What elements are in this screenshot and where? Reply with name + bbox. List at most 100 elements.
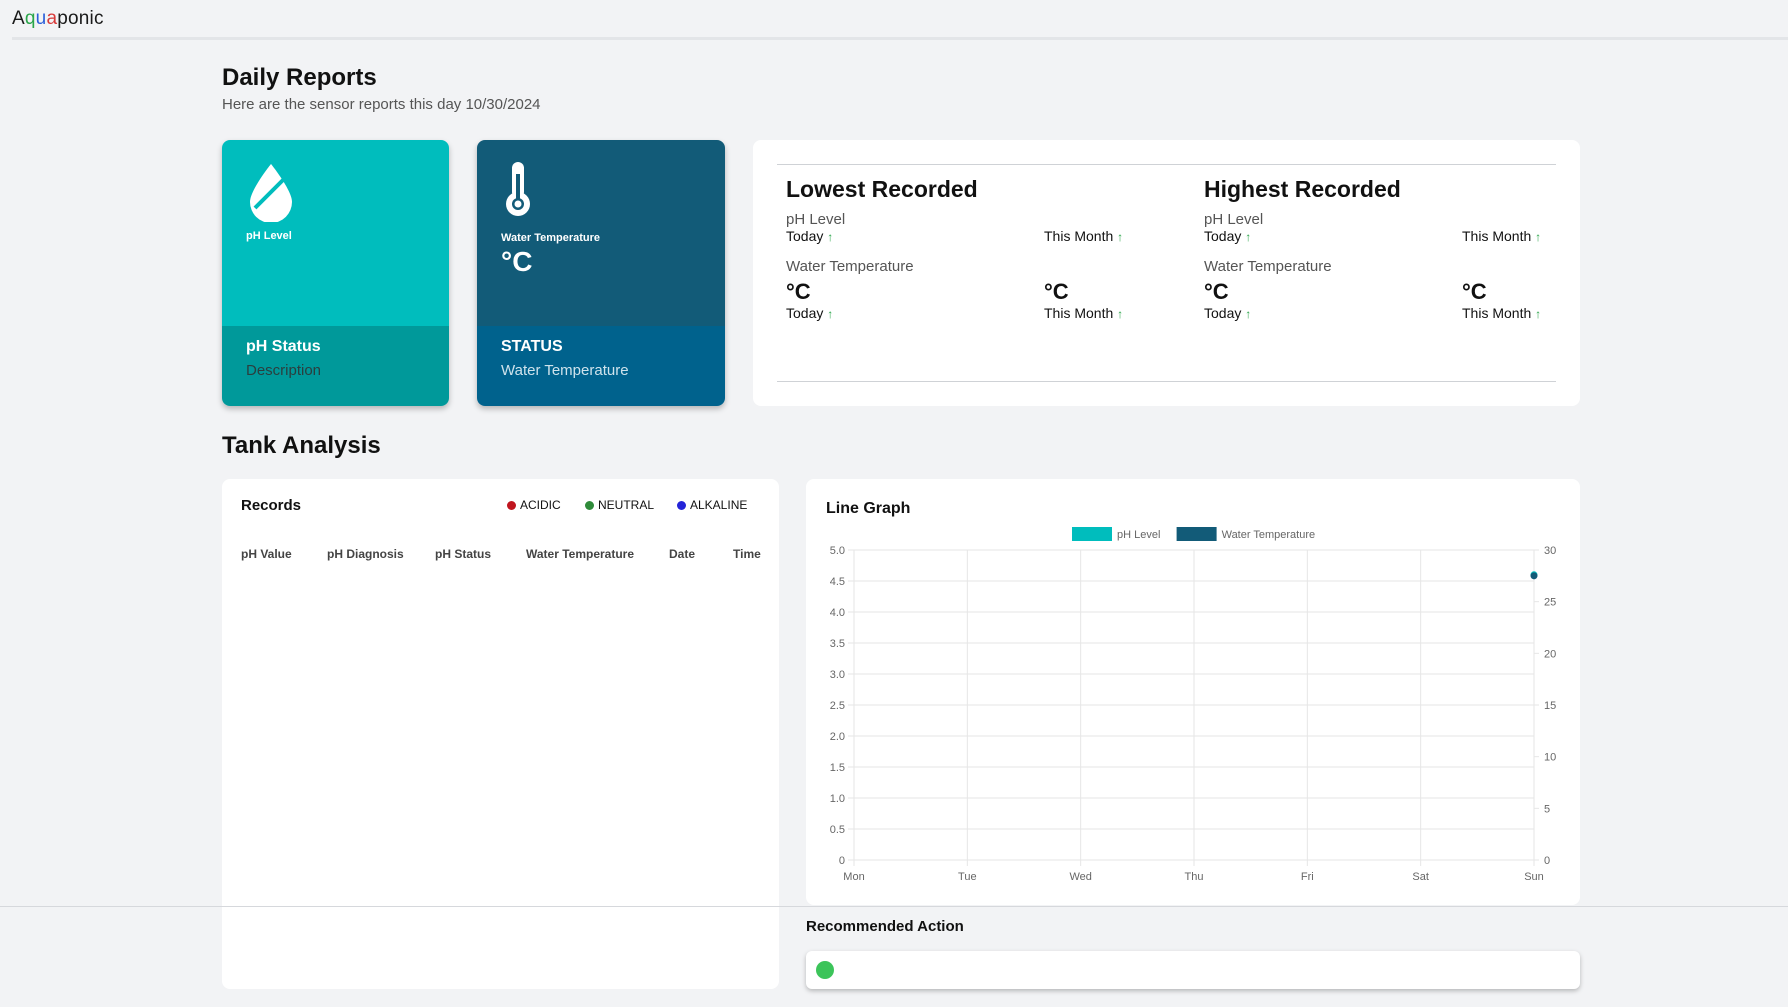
x-tick-label: Mon — [843, 871, 864, 883]
highest-temp-label: Water Temperature — [1204, 258, 1332, 275]
ph-level-card[interactable]: pH Level pH Status Description — [222, 140, 449, 406]
highest-temp-periods: Today ↑ This Month ↑ — [1204, 305, 1584, 323]
lowest-temp-month: This Month — [1044, 305, 1114, 321]
x-tick-label: Tue — [958, 871, 977, 883]
highest-temp-values: °C °C — [1204, 279, 1584, 305]
status-indicator-icon — [816, 961, 834, 979]
y-right-tick-label: 5 — [1544, 803, 1550, 815]
water-drop-icon — [246, 162, 296, 227]
brand-part: q — [24, 8, 36, 29]
x-tick-label: Fri — [1301, 871, 1314, 883]
lowest-temp-today: Today — [786, 305, 824, 321]
legend-alkaline-label: ALKALINE — [690, 498, 748, 512]
column-header-ph-status[interactable]: pH Status — [435, 547, 491, 561]
legend-alkaline: ALKALINE — [677, 498, 747, 512]
lowest-temp-label: Water Temperature — [786, 258, 914, 275]
y-right-tick-label: 15 — [1544, 700, 1556, 712]
y-left-tick-label: 3.5 — [830, 638, 845, 650]
top-bar: Aquaponic — [0, 0, 1788, 40]
recorded-panel: Lowest Recorded pH Level Today ↑ This Mo… — [753, 140, 1580, 406]
highest-ph-today: Today — [1204, 228, 1242, 244]
temp-status-title: STATUS — [501, 338, 563, 355]
up-arrow-icon: ↑ — [1245, 230, 1252, 244]
y-right-tick-label: 10 — [1544, 752, 1556, 764]
highest-ph-month: This Month — [1462, 228, 1532, 244]
legend-label-1: Water Temperature — [1222, 529, 1316, 541]
lowest-ph-month: This Month — [1044, 228, 1114, 244]
ph-card-label: pH Level — [246, 230, 292, 242]
records-title: Records — [241, 497, 302, 514]
highest-recorded-title: Highest Recorded — [1204, 176, 1401, 202]
ph-card-footer: pH Status Description — [222, 326, 449, 406]
temp-card-label: Water Temperature — [501, 232, 601, 244]
y-left-tick-label: 5.0 — [830, 545, 845, 557]
thermometer-icon — [503, 160, 533, 223]
up-arrow-icon: ↑ — [1535, 307, 1542, 321]
lowest-ph-label: pH Level — [786, 211, 846, 228]
recorded-top-divider — [777, 164, 1556, 165]
lowest-ph-periods: Today ↑ This Month ↑ — [786, 228, 1166, 246]
neutral-dot-icon — [585, 501, 594, 510]
legend-acidic-label: ACIDIC — [520, 498, 561, 512]
highest-temp-month: This Month — [1462, 305, 1532, 321]
highest-temp-today-value: °C — [1204, 279, 1229, 304]
brand-part: a — [46, 8, 58, 29]
lowest-temp-periods: Today ↑ This Month ↑ — [786, 305, 1166, 323]
app-brand[interactable]: Aquaponic — [12, 8, 104, 30]
column-header-ph-value[interactable]: pH Value — [241, 547, 292, 561]
legend-label-0: pH Level — [1117, 529, 1160, 541]
x-tick-label: Sun — [1524, 871, 1544, 883]
temp-status-description: Water Temperature — [501, 362, 629, 379]
brand-part: u — [35, 8, 47, 29]
x-tick-label: Sat — [1412, 871, 1429, 883]
recommended-action-title: Recommended Action — [806, 918, 964, 935]
lowest-recorded-title: Lowest Recorded — [786, 176, 978, 202]
x-tick-label: Wed — [1069, 871, 1091, 883]
highest-ph-periods: Today ↑ This Month ↑ — [1204, 228, 1584, 246]
ph-status-description: Description — [246, 362, 322, 379]
up-arrow-icon: ↑ — [1535, 230, 1542, 244]
y-right-tick-label: 25 — [1544, 597, 1556, 609]
lowest-temp-today-value: °C — [786, 279, 811, 304]
y-right-tick-label: 30 — [1544, 545, 1556, 557]
legend-swatch-1 — [1176, 527, 1217, 541]
footer-divider — [0, 906, 1788, 907]
daily-reports-subtitle: Here are the sensor reports this day 10/… — [222, 96, 541, 113]
column-header-date[interactable]: Date — [669, 547, 695, 561]
top-divider — [12, 37, 1788, 40]
alkaline-dot-icon — [677, 501, 686, 510]
tank-analysis-title: Tank Analysis — [222, 432, 381, 459]
highest-temp-today: Today — [1204, 305, 1242, 321]
ph-card-header: pH Level — [222, 140, 449, 326]
x-tick-label: Thu — [1185, 871, 1204, 883]
line-graph-chart: 5.0 4.5 4.0 3.5 3.0 2.5 2.0 1.5 1.0 0.5 0 Mon Tue Wed… — [830, 527, 1556, 883]
highest-ph-label: pH Level — [1204, 211, 1264, 228]
column-header-water-temperature[interactable]: Water Temperature — [526, 547, 634, 561]
acidic-dot-icon — [507, 501, 516, 510]
lowest-ph-today: Today — [786, 228, 824, 244]
water-temperature-card[interactable]: Water Temperature °C STATUS Water Temper… — [477, 140, 725, 406]
y-left-tick-label: 0.5 — [830, 824, 845, 836]
y-left-tick-label: 2.0 — [830, 731, 845, 743]
lowest-recorded-section: Lowest Recorded pH Level Today ↑ This Mo… — [786, 176, 1166, 323]
brand-part: ponic — [57, 8, 104, 29]
line-graph-card: Line Graph 5.0 4.5 4.0 3.5 3.0 2.5 2.0 1.5 1.0 0.… — [806, 479, 1580, 905]
up-arrow-icon: ↑ — [1117, 230, 1124, 244]
column-header-ph-diagnosis[interactable]: pH Diagnosis — [327, 547, 404, 561]
temp-card-header: Water Temperature °C — [477, 140, 725, 326]
column-header-time[interactable]: Time — [733, 547, 761, 561]
recommended-action-box[interactable] — [806, 951, 1580, 989]
y-left-tick-label: 1.5 — [830, 762, 845, 774]
lowest-temp-month-value: °C — [1044, 279, 1069, 304]
y-left-tick-label: 4.5 — [830, 576, 845, 588]
y-right-tick-label: 20 — [1544, 648, 1556, 660]
highest-temp-month-value: °C — [1462, 279, 1487, 304]
y-left-tick-label: 1.0 — [830, 793, 845, 805]
up-arrow-icon: ↑ — [1245, 307, 1252, 321]
brand-part: A — [12, 8, 25, 29]
y-left-tick-label: 2.5 — [830, 700, 845, 712]
lowest-temp-values: °C °C — [786, 279, 1166, 305]
legend-swatch-0 — [1072, 527, 1112, 541]
ph-status-title: pH Status — [246, 338, 321, 355]
y-right-tick-label: 0 — [1544, 855, 1550, 867]
